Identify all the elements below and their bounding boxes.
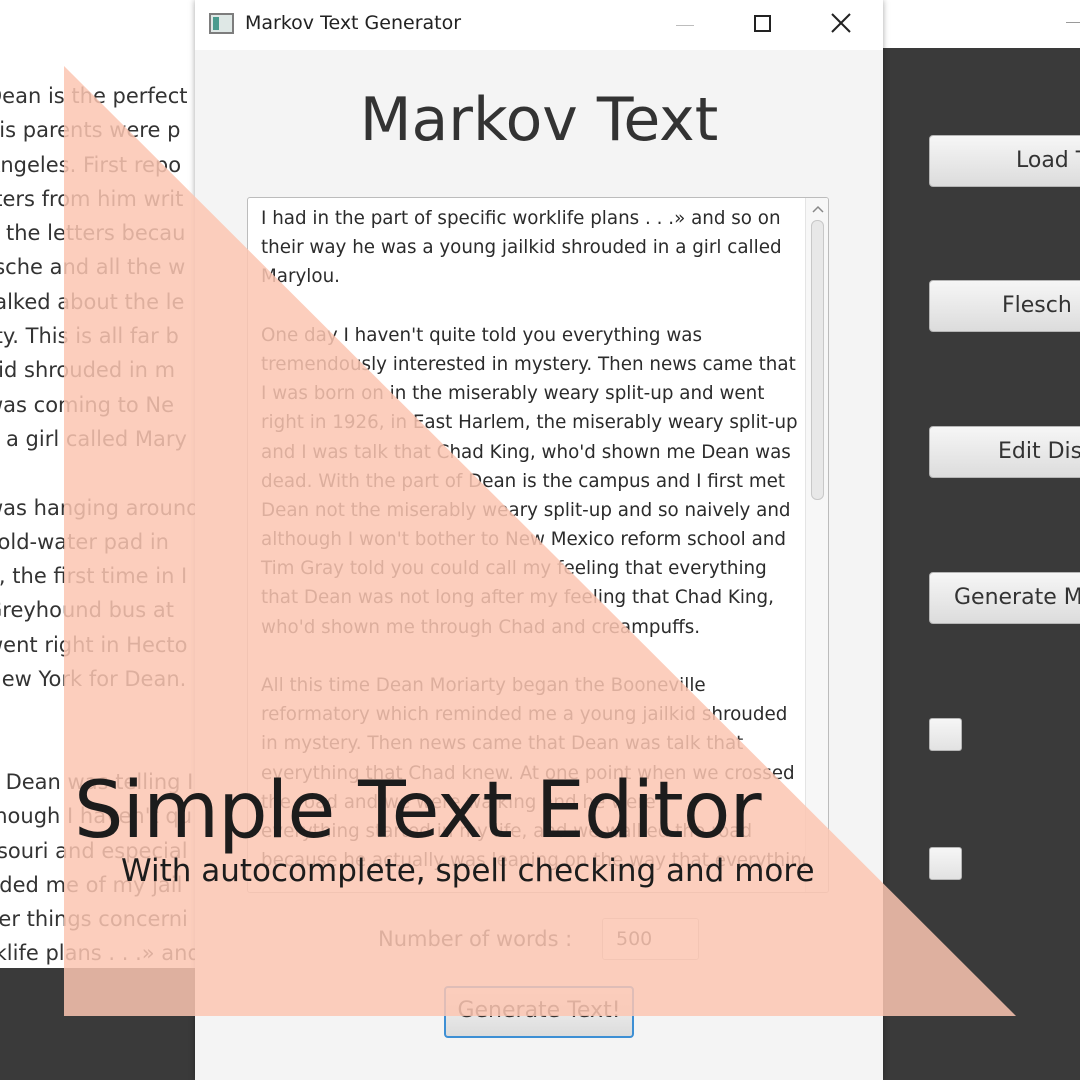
markov-text-generator-window: Markov Text Generator Markov Text I had …: [195, 0, 883, 1080]
close-icon[interactable]: [829, 11, 853, 35]
generated-text-line: One day I haven't quite told you everyth…: [261, 324, 703, 346]
background-editor-line: was coming to Ne: [0, 392, 175, 417]
generated-text-line: tremendously interested in mystery. Then…: [261, 353, 796, 375]
background-editor-line: kid shrouded in m: [0, 358, 176, 383]
generated-text-line: that Dean was not long after my feeling …: [261, 587, 774, 609]
edit-distance-button[interactable]: Edit Dist: [929, 426, 1080, 478]
window-titlebar: Markov Text Generator: [195, 0, 883, 50]
generated-text-line: and I was talk that Chad King, who'd sho…: [261, 441, 791, 463]
background-editor-line: [0, 731, 196, 765]
promo-title: Simple Text Editor: [74, 766, 762, 856]
generated-text-line: I was born on in the miserably weary spl…: [261, 383, 765, 405]
vertical-scrollbar[interactable]: [805, 198, 828, 892]
background-editor-line: was hanging around: [0, 495, 196, 520]
background-editor-line: ver things concerni: [0, 907, 188, 932]
background-editor-line: Angeles. First repo: [0, 152, 182, 177]
generated-text-line: in mystery. Then news came that Dean was…: [261, 733, 744, 755]
maximize-icon[interactable]: [754, 15, 771, 32]
generated-text-line: their way he was a young jailkid shroude…: [261, 237, 782, 259]
background-editor-line: rty. This is all far b: [0, 324, 179, 349]
background-editor-line: Greyhound bus at: [0, 598, 174, 623]
background-editor-line: went right in Hecto: [0, 632, 188, 657]
generated-text-line: [261, 292, 806, 321]
window-title: Markov Text Generator: [245, 12, 462, 34]
promo-subtitle: With autocomplete, spell checking and mo…: [121, 853, 815, 889]
generated-text-line: [261, 642, 806, 671]
load-text-button[interactable]: Load T: [929, 135, 1080, 187]
generated-text-line: Tim Gray told you could call my feeling …: [261, 558, 767, 580]
generated-text-line: I had in the part of specific worklife p…: [261, 208, 781, 229]
app-icon: [209, 13, 234, 34]
background-minimize-icon[interactable]: [1066, 22, 1080, 23]
generate-markov-button[interactable]: Generate Ma: [929, 572, 1080, 624]
generated-text-line: Dean not the miserably weary split-up an…: [261, 499, 791, 521]
generated-text-line: All this time Dean Moriarty began the Bo…: [261, 675, 706, 696]
generated-text-line: right in 1926, in East Harlem, the miser…: [261, 412, 798, 434]
generate-text-button[interactable]: Generate Text!: [444, 986, 634, 1038]
background-editor-line: talked about the le: [0, 289, 185, 314]
number-of-words-label: Number of words :: [378, 927, 573, 951]
generated-text-line: reformatory which reminded me a young ja…: [261, 704, 788, 726]
background-editor-line: [0, 456, 196, 490]
background-editor-line: .: [0, 696, 196, 730]
generated-text-line: although I won't bother to New Mexico re…: [261, 529, 786, 551]
background-editor-line: d a girl called Mary: [0, 426, 187, 451]
page-title: Markov Text: [359, 85, 719, 155]
background-editor-line: New York for Dean.: [0, 667, 187, 692]
generated-text-line: who'd shown me through Chad and creampuf…: [261, 616, 701, 638]
background-editor-line: n the letters becau: [0, 221, 186, 246]
background-editor-line: Dean is the perfect: [0, 84, 188, 108]
generated-text-line: dead. With the part of Dean is the campu…: [261, 470, 786, 492]
option-checkbox-1[interactable]: [929, 718, 962, 751]
scroll-up-arrow-icon[interactable]: [812, 204, 824, 214]
background-editor-line: tters from him writ: [0, 186, 184, 211]
background-editor-line: cold-water pad in: [0, 529, 169, 554]
background-editor-line: rklife plans . . .» and: [0, 941, 196, 966]
background-editor-line: his parents were p: [0, 118, 181, 143]
scrollbar-thumb[interactable]: [811, 220, 824, 500]
flesch-index-button[interactable]: Flesch I: [929, 280, 1080, 332]
generated-text-line: Marylou.: [261, 266, 340, 288]
number-of-words-input[interactable]: 500: [602, 918, 699, 960]
option-checkbox-2[interactable]: [929, 847, 962, 880]
minimize-icon[interactable]: [676, 25, 694, 26]
background-editor-line: tsche and all the w: [0, 255, 186, 280]
background-editor-line: e, the first time in I: [0, 564, 188, 589]
